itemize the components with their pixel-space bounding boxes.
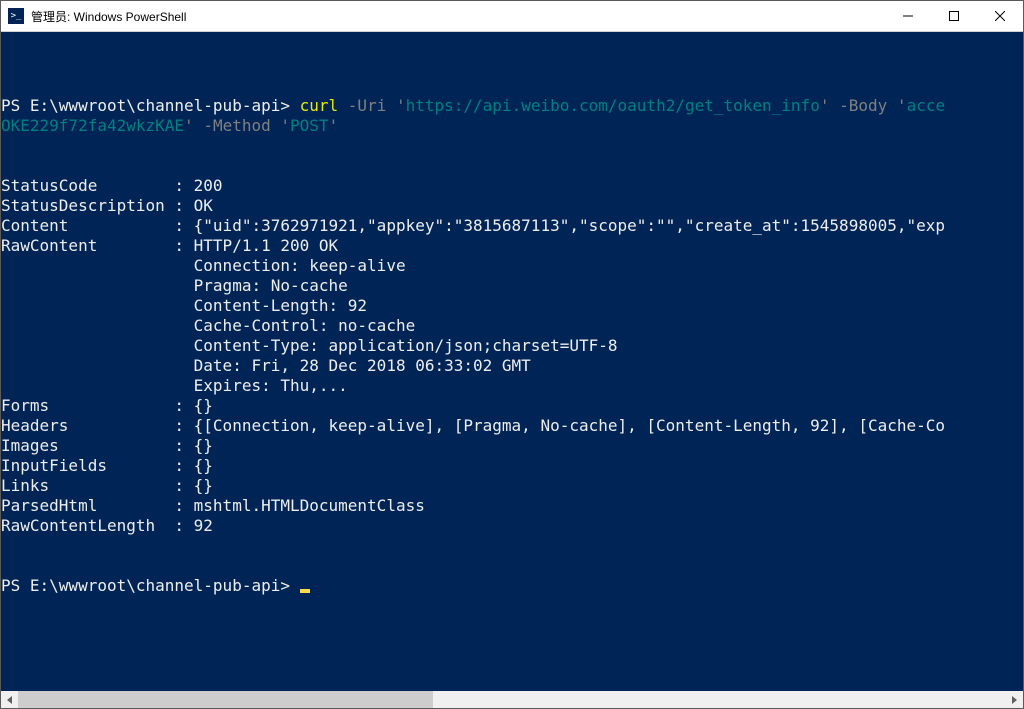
out-links-value: {} [194, 476, 213, 495]
out-headers-value: {[Connection, keep-alive], [Pragma, No-c… [194, 416, 945, 435]
prompt: PS E:\wwwroot\channel-pub-api> [1, 96, 300, 115]
maximize-button[interactable] [931, 1, 977, 31]
out-statuscode-value: 200 [194, 176, 223, 195]
out-images-label: Images : [1, 436, 194, 455]
out-rawcontent-l3: Content-Length: 92 [194, 296, 367, 315]
out-inputfields-value: {} [194, 456, 213, 475]
scroll-right-button[interactable] [1006, 691, 1023, 708]
close-button[interactable] [977, 1, 1023, 31]
window-title: 管理员: Windows PowerShell [31, 8, 885, 25]
out-rawcontent-l6: Date: Fri, 28 Dec 2018 06:33:02 GMT [194, 356, 531, 375]
prompt: PS E:\wwwroot\channel-pub-api> [1, 576, 300, 595]
out-rawcontent-l2: Pragma: No-cache [194, 276, 348, 295]
console-area[interactable]: PS E:\wwwroot\channel-pub-api> curl -Uri… [1, 32, 1023, 708]
chevron-right-icon [1012, 696, 1017, 704]
out-headers-label: Headers : [1, 416, 194, 435]
body-arg-cont: OKE229f72fa42wkzKAE [1, 116, 184, 135]
minimize-button[interactable] [885, 1, 931, 31]
close-icon [995, 11, 1005, 21]
powershell-icon: >_ [8, 8, 24, 24]
minimize-icon [903, 11, 913, 21]
out-inputfields-label: InputFields : [1, 456, 194, 475]
out-forms-value: {} [194, 396, 213, 415]
horizontal-scrollbar[interactable] [1, 691, 1023, 708]
out-statuscode-label: StatusCode : [1, 176, 194, 195]
quote: ' [280, 116, 290, 135]
out-rawcontent-l4: Cache-Control: no-cache [194, 316, 416, 335]
out-rawcontent-l0: HTTP/1.1 200 OK [194, 236, 339, 255]
quote: ' [329, 116, 339, 135]
chevron-left-icon [7, 696, 12, 704]
window-buttons [885, 1, 1023, 31]
out-images-value: {} [194, 436, 213, 455]
out-content-value: {"uid":3762971921,"appkey":"3815687113",… [194, 216, 945, 235]
app-icon-slot: >_ [1, 8, 31, 24]
method-arg: POST [290, 116, 329, 135]
scrollbar-track[interactable] [18, 691, 1006, 708]
out-links-label: Links : [1, 476, 194, 495]
body-arg-start: acce [907, 96, 946, 115]
console-output[interactable]: PS E:\wwwroot\channel-pub-api> curl -Uri… [1, 32, 1023, 691]
url-arg: https://api.weibo.com/oauth2/get_token_i… [406, 96, 820, 115]
out-forms-label: Forms : [1, 396, 194, 415]
scrollbar-thumb[interactable] [18, 691, 433, 708]
out-parsedhtml-value: mshtml.HTMLDocumentClass [194, 496, 425, 515]
out-statusdesc-value: OK [194, 196, 213, 215]
quote: ' [897, 96, 907, 115]
titlebar[interactable]: >_ 管理员: Windows PowerShell [1, 1, 1023, 32]
quote: ' [396, 96, 406, 115]
out-rawcontent-l7: Expires: Thu,... [194, 376, 348, 395]
quote: ' [184, 116, 194, 135]
out-content-label: Content : [1, 216, 194, 235]
out-rawcontent-l5: Content-Type: application/json;charset=U… [194, 336, 618, 355]
flag-body: -Body [839, 96, 887, 115]
maximize-icon [949, 11, 959, 21]
out-rawcontent-l1: Connection: keep-alive [194, 256, 406, 275]
out-rawlen-value: 92 [194, 516, 213, 535]
out-rawlen-label: RawContentLength : [1, 516, 194, 535]
scroll-left-button[interactable] [1, 691, 18, 708]
out-statusdesc-label: StatusDescription : [1, 196, 194, 215]
powershell-window: >_ 管理员: Windows PowerShell PS E:\wwwroot… [0, 0, 1024, 709]
cursor [300, 589, 310, 593]
cmd-curl: curl [300, 96, 339, 115]
out-rawcontent-label: RawContent : [1, 236, 194, 255]
flag-uri: -Uri [348, 96, 387, 115]
out-parsedhtml-label: ParsedHtml : [1, 496, 194, 515]
flag-method: -Method [203, 116, 270, 135]
